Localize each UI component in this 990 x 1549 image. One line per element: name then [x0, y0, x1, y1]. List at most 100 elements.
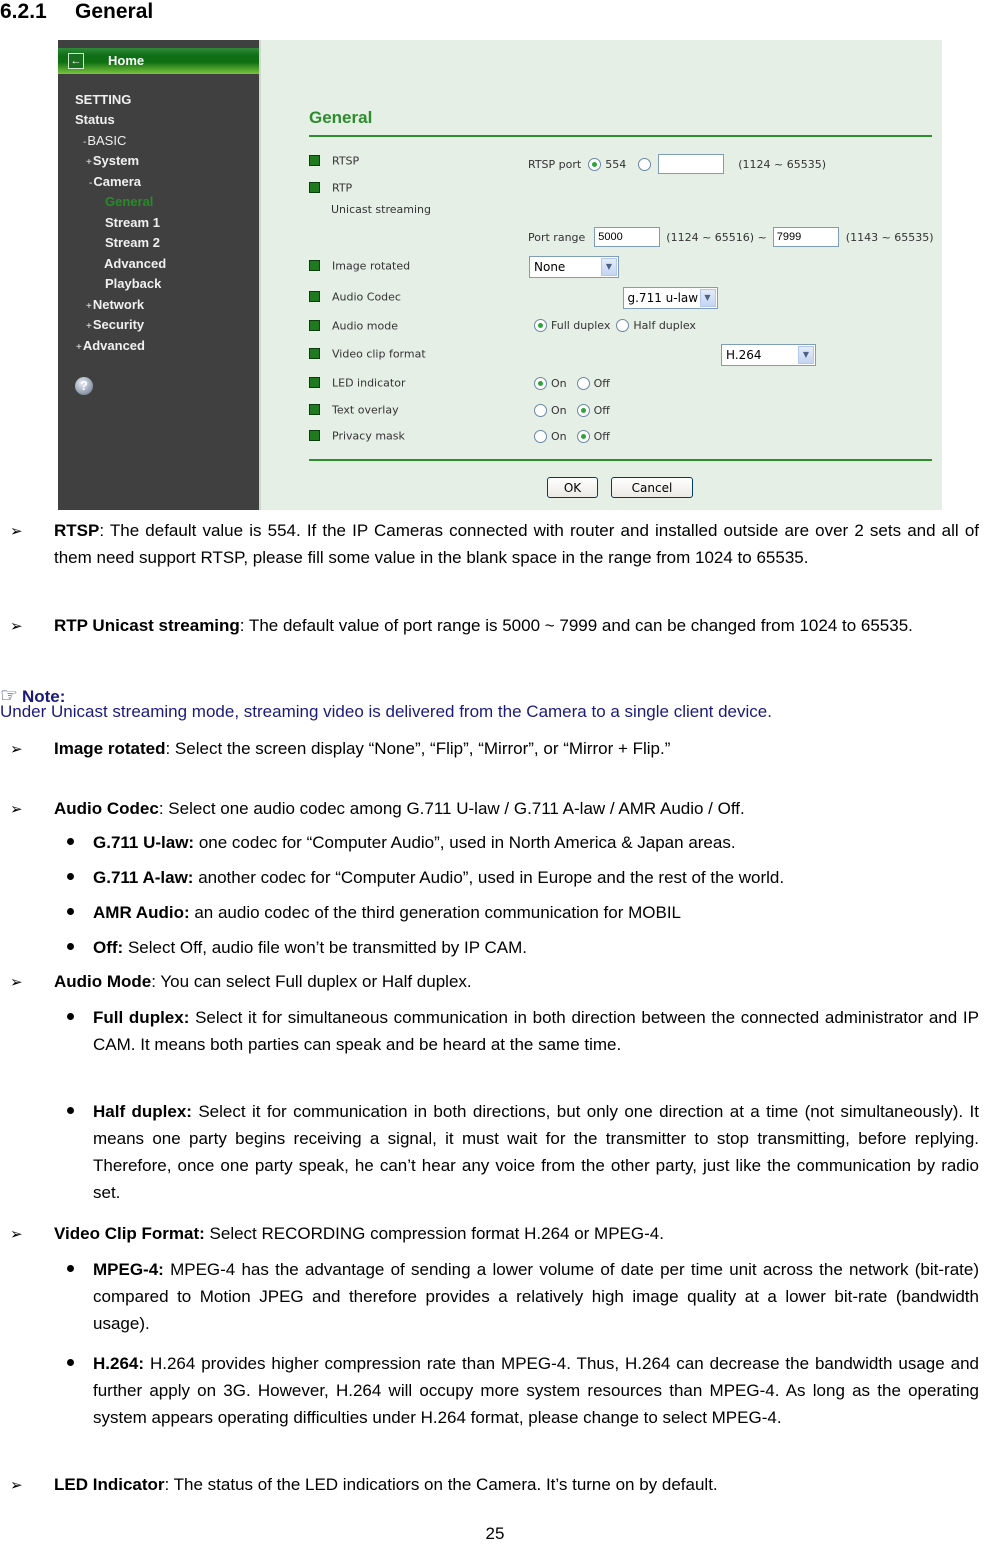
term: G.711 A-law: [93, 868, 194, 887]
nav-item-security[interactable]: +Security [86, 317, 144, 332]
nav-item-general[interactable]: General [105, 194, 153, 209]
text-overlay-control: On Off [534, 404, 610, 417]
chevron-down-icon: ▼ [699, 289, 716, 307]
dot-bullet-icon [67, 908, 74, 915]
text-overlay-off-radio[interactable] [576, 404, 590, 417]
description: : Select one audio codec among G.711 U-l… [158, 799, 745, 818]
bullet-square-icon [309, 181, 320, 193]
description: Select it for communication in both dire… [93, 1102, 979, 1202]
bullet-square-icon [309, 154, 320, 166]
term: Video Clip Format: [54, 1224, 205, 1243]
nav-label: Stream 1 [105, 215, 160, 230]
description: Select RECORDING compression format H.26… [204, 1224, 664, 1243]
description: : The default value of port range is 500… [239, 616, 913, 635]
port-range-start-input[interactable] [594, 227, 661, 247]
audio-codec-select[interactable]: g.711 u-law ▼ [622, 287, 718, 309]
description: another codec for “Computer Audio”, used… [193, 868, 785, 887]
rtsp-port-label: RTSP port [528, 157, 582, 171]
led-on-label: On [551, 377, 567, 390]
text-overlay-on-label: On [551, 404, 567, 417]
section-heading: 6.2.1 General [0, 0, 153, 24]
description: H.264 provides higher compression rate t… [93, 1354, 979, 1427]
nav-label: Camera [93, 174, 142, 189]
expand-icon: + [76, 342, 82, 353]
led-indicator-description: LED Indicator: The status of the LED ind… [54, 1471, 979, 1498]
dot-bullet-icon [67, 943, 74, 950]
rtsp-custom-port-input[interactable] [658, 154, 725, 174]
rtsp-description: RTSP: The default value is 554. If the I… [54, 517, 979, 571]
image-rotated-select[interactable]: None ▼ [529, 256, 619, 278]
help-question-icon[interactable]: ? [75, 377, 93, 395]
nav-label: Stream 2 [105, 235, 160, 250]
privacy-mask-off-radio[interactable] [576, 430, 590, 443]
expand-icon: + [86, 321, 92, 332]
arrow-bullet-icon: ➢ [10, 618, 23, 635]
term: RTP Unicast streaming [54, 616, 240, 635]
term: LED Indicator [54, 1475, 165, 1494]
image-rotated-label: Image rotated [332, 259, 411, 273]
nav-item-camera-advanced[interactable]: Advanced [104, 256, 166, 271]
port-range-start-hint: (1124 ~ 65516) ~ [666, 230, 767, 244]
description: Select Off, audio file won’t be transmit… [123, 938, 528, 957]
image-rotated-description: Image rotated: Select the screen display… [54, 735, 979, 762]
led-indicator-control: On Off [534, 377, 610, 390]
nav-item-stream-1[interactable]: Stream 1 [105, 215, 160, 230]
video-clip-format-select[interactable]: H.264 ▼ [721, 344, 816, 366]
full-duplex-radio[interactable] [534, 319, 547, 332]
bullet-square-icon [309, 376, 320, 388]
mpeg4-description: MPEG-4: MPEG-4 has the advantage of send… [93, 1256, 979, 1337]
full-duplex-description: Full duplex: Select it for simultaneous … [93, 1004, 979, 1058]
port-range-end-input[interactable] [772, 227, 839, 247]
arrow-bullet-icon: ➢ [10, 974, 23, 991]
collapse-icon: - [83, 137, 87, 148]
audio-codec-label: Audio Codec [332, 290, 401, 304]
nav-item-network[interactable]: +Network [86, 297, 144, 312]
rtsp-custom-port-radio[interactable] [638, 157, 652, 171]
nav-item-basic[interactable]: -BASIC [83, 133, 126, 148]
chevron-down-icon: ▼ [798, 346, 814, 364]
privacy-mask-off-label: Off [593, 430, 610, 443]
nav-item-camera[interactable]: -Camera [89, 174, 141, 189]
nav-label: System [92, 153, 140, 168]
nav-item-setting[interactable]: SETTING [75, 92, 131, 107]
select-value: None [534, 260, 566, 274]
half-duplex-radio[interactable] [616, 319, 630, 332]
description: : Select the screen display “None”, “Fli… [165, 739, 671, 758]
g711-alaw-description: G.711 A-law: another codec for “Computer… [93, 864, 979, 891]
rtsp-default-port-radio[interactable] [588, 157, 602, 171]
nav-label: General [105, 194, 154, 209]
half-duplex-description: Half duplex: Select it for communication… [93, 1098, 979, 1206]
note-text: Under Unicast streaming mode, streaming … [0, 702, 772, 721]
nav-item-stream-2[interactable]: Stream 2 [105, 235, 160, 250]
term: Half duplex: [93, 1102, 192, 1121]
audio-codec-description: Audio Codec: Select one audio codec amon… [54, 795, 979, 822]
description: MPEG-4 has the advantage of sending a lo… [93, 1260, 979, 1333]
text-overlay-row-label: Text overlay [309, 403, 399, 417]
select-value: g.711 u-law [627, 291, 699, 305]
cancel-button[interactable]: Cancel [611, 477, 693, 498]
privacy-mask-row-label: Privacy mask [309, 429, 405, 443]
nav-item-status[interactable]: Status [75, 112, 115, 127]
home-button[interactable]: ← Home [58, 48, 259, 74]
unicast-streaming-label: Unicast streaming [331, 203, 431, 216]
form-heading: General [309, 108, 373, 127]
nav-label: Network [92, 297, 145, 312]
led-off-radio[interactable] [576, 377, 590, 390]
led-on-radio[interactable] [534, 377, 547, 390]
description: : The default value is 554. If the IP Ca… [54, 521, 979, 567]
section-title: General [75, 0, 154, 23]
dot-bullet-icon [67, 838, 74, 845]
heading-divider [309, 135, 932, 137]
term: AMR Audio: [93, 903, 190, 922]
nav-item-playback[interactable]: Playback [105, 276, 161, 291]
nav-label: Advanced [104, 256, 167, 271]
bullet-square-icon [309, 347, 320, 359]
nav-item-system[interactable]: +System [86, 153, 139, 168]
general-settings-form: General RTSP RTSP port 554 (1124 ~ 65535… [261, 40, 942, 510]
privacy-mask-on-radio[interactable] [534, 430, 547, 443]
text-overlay-on-radio[interactable] [534, 404, 547, 417]
nav-item-advanced[interactable]: +Advanced [76, 338, 145, 353]
nav-label: Playback [105, 276, 162, 291]
ok-button[interactable]: OK [547, 477, 598, 498]
collapse-icon: - [89, 178, 93, 189]
